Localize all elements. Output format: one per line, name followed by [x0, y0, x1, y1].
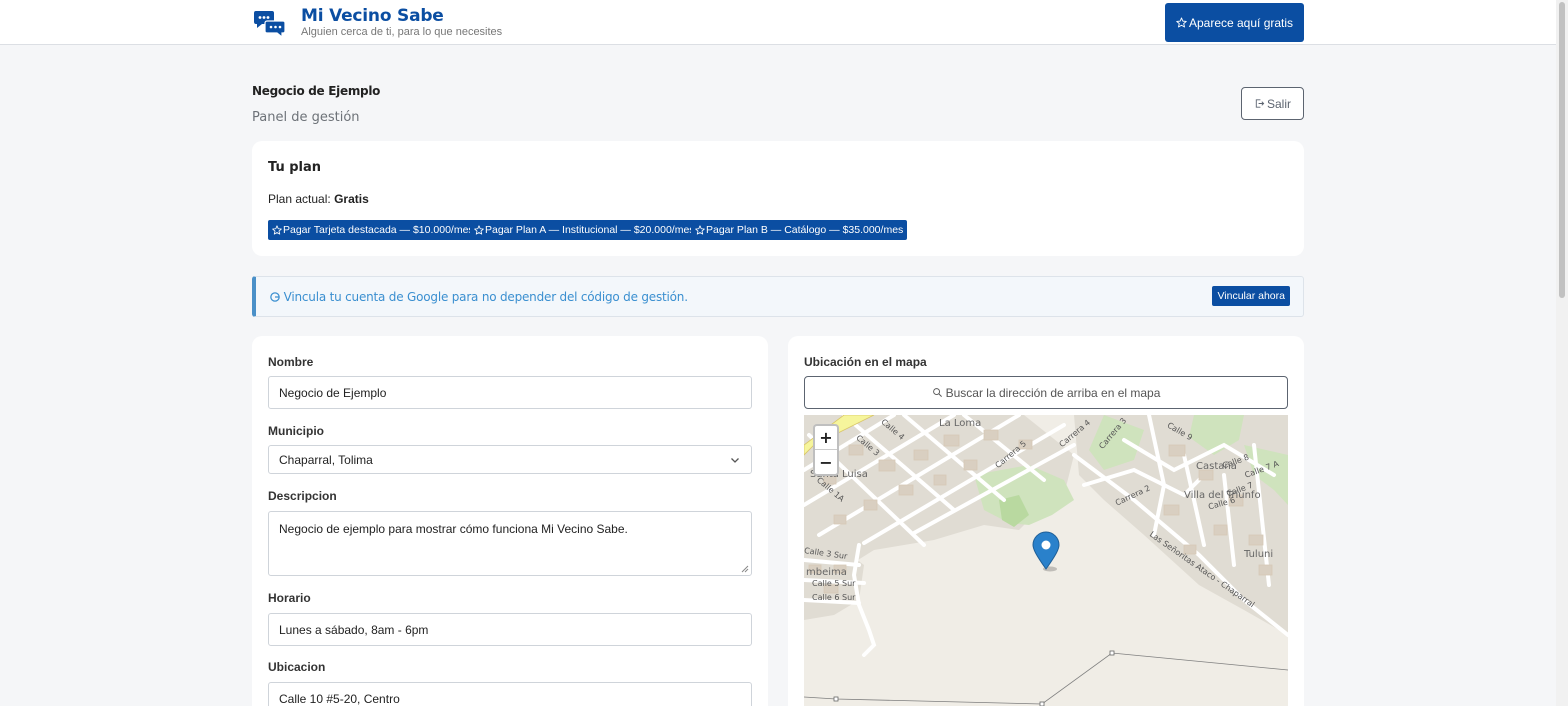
google-link-alert: Vincula tu cuenta de Google para no depe… — [252, 276, 1304, 317]
plan-card: Tu plan Plan actual: Gratis Pagar Tarjet… — [252, 141, 1304, 256]
ubicacion-value: Calle 10 #5-20, Centro — [279, 691, 400, 706]
business-name: Negocio de Ejemplo — [252, 84, 381, 98]
star-icon — [1176, 17, 1187, 28]
brand-title[interactable]: Mi Vecino Sabe — [301, 6, 444, 26]
chat-bubbles-icon — [254, 11, 286, 38]
pay-plan-a-button[interactable]: Pagar Plan A — Institucional — $20.000/m… — [470, 220, 699, 240]
star-icon — [695, 225, 705, 235]
name-value: Negocio de Ejemplo — [279, 385, 387, 400]
appear-free-label: Aparece aquí gratis — [1188, 15, 1294, 30]
pay-button-label: Pagar Plan B — Catálogo — $35.000/mes — [706, 224, 904, 236]
scrollbar-thumb[interactable] — [1559, 2, 1565, 298]
ubicacion-label: Ubicacion — [268, 660, 326, 674]
pay-button-label: Pagar Plan A — Institucional — $20.000/m… — [485, 224, 695, 236]
pay-featured-card-button[interactable]: Pagar Tarjeta destacada — $10.000/mes — [268, 220, 478, 240]
map-label-ambeima: mbeima — [806, 567, 847, 578]
logout-label: Salir — [1266, 96, 1291, 111]
resize-handle-icon[interactable] — [741, 565, 749, 573]
descripcion-textarea[interactable]: Negocio de ejemplo para mostrar cómo fun… — [268, 511, 752, 576]
zoom-out-button[interactable]: − — [815, 450, 837, 474]
appear-free-button[interactable]: Aparece aquí gratis — [1165, 3, 1304, 42]
pay-button-label: Pagar Tarjeta destacada — $10.000/mes — [283, 224, 474, 236]
page-title: Panel de gestión — [252, 110, 360, 125]
chevron-down-icon — [731, 458, 739, 463]
brand-subtitle: Alguien cerca de ti, para lo que necesit… — [301, 26, 503, 38]
link-now-button[interactable]: Vincular ahora — [1212, 286, 1290, 306]
map-label-tuluni: Tuluni — [1244, 549, 1274, 560]
horario-label: Horario — [268, 591, 311, 605]
pay-plan-b-button[interactable]: Pagar Plan B — Catálogo — $35.000/mes — [691, 220, 908, 240]
star-icon — [474, 225, 484, 235]
current-plan-value: Gratis — [334, 192, 369, 206]
map-search-button[interactable]: Buscar la dirección de arriba en el mapa — [804, 376, 1288, 409]
map-label-la-loma: La Loma — [939, 418, 982, 429]
location-map[interactable]: La Loma Santa Luisa Castaña Villa del Tr… — [804, 415, 1288, 706]
name-label: Nombre — [268, 355, 314, 369]
alert-message: Vincula tu cuenta de Google para no depe… — [283, 290, 688, 304]
current-plan-prefix: Plan actual: — [268, 192, 331, 206]
business-form-card: Nombre Negocio de Ejemplo Municipio Chap… — [252, 336, 768, 706]
star-icon — [272, 225, 282, 235]
current-plan: Plan actual: Gratis — [268, 192, 369, 206]
page-scrollbar[interactable] — [1556, 0, 1568, 706]
horario-input[interactable]: Lunes a sábado, 8am - 6pm — [268, 613, 752, 646]
municipio-value: Chaparral, Tolima — [279, 452, 373, 467]
descripcion-label: Descripcion — [268, 489, 337, 503]
logout-button[interactable]: Salir — [1241, 87, 1304, 120]
zoom-in-button[interactable]: + — [815, 426, 837, 450]
map-zoom-control: + − — [813, 424, 839, 476]
map-label-calle-6-sur: Calle 6 Sur — [812, 593, 856, 602]
plan-title: Tu plan — [268, 160, 322, 175]
map-label-calle-5-sur: Calle 5 Sur — [812, 579, 856, 588]
map-title: Ubicación en el mapa — [804, 355, 927, 369]
search-icon — [932, 388, 942, 397]
google-icon — [270, 292, 280, 302]
map-card: Ubicación en el mapa Buscar la dirección… — [788, 336, 1304, 706]
name-input[interactable]: Negocio de Ejemplo — [268, 376, 752, 409]
map-search-label: Buscar la dirección de arriba en el mapa — [945, 385, 1161, 400]
horario-value: Lunes a sábado, 8am - 6pm — [279, 622, 429, 637]
ubicacion-input[interactable]: Calle 10 #5-20, Centro — [268, 682, 752, 706]
municipio-label: Municipio — [268, 424, 324, 438]
map-tiles — [804, 415, 1288, 706]
descripcion-value: Negocio de ejemplo para mostrar cómo fun… — [279, 522, 628, 536]
alert-text: Vincula tu cuenta de Google para no depe… — [270, 290, 688, 304]
top-navbar: Mi Vecino Sabe Alguien cerca de ti, para… — [0, 0, 1556, 45]
logout-icon — [1255, 99, 1265, 108]
municipio-select[interactable]: Chaparral, Tolima — [268, 445, 752, 474]
